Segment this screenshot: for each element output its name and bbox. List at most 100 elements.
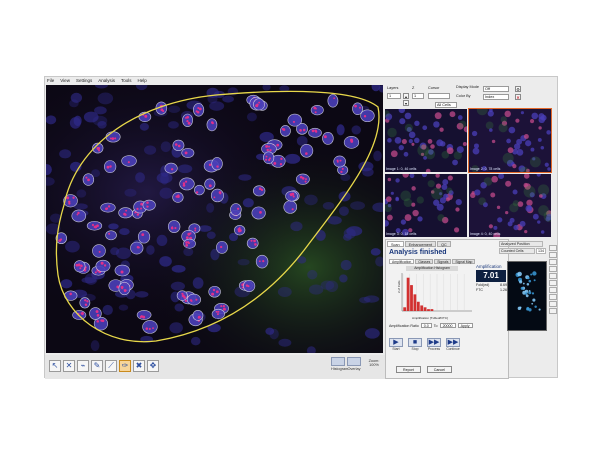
- segmented-nucleus[interactable]: [322, 132, 334, 145]
- segmented-nucleus[interactable]: [100, 202, 116, 213]
- gallery-slot[interactable]: [549, 259, 557, 265]
- segmented-nucleus[interactable]: [73, 260, 86, 273]
- range-to-field[interactable]: 20000: [439, 323, 456, 328]
- thumbnail-image-4[interactable]: Image 4: 0, 40 cells: [469, 174, 551, 237]
- gallery-slot[interactable]: [549, 287, 557, 293]
- segmented-nucleus[interactable]: [280, 125, 291, 137]
- menu-view[interactable]: View: [60, 77, 70, 85]
- cell-select[interactable]: All Cells: [435, 102, 457, 108]
- range-from-field[interactable]: 0.0: [420, 323, 432, 328]
- segmented-nucleus[interactable]: [252, 185, 266, 197]
- segmented-nucleus[interactable]: [181, 147, 195, 158]
- segmented-nucleus[interactable]: [285, 190, 298, 202]
- segmented-nucleus[interactable]: [95, 259, 111, 272]
- layer-up-button[interactable]: ▴: [403, 93, 409, 99]
- segmented-nucleus[interactable]: [216, 240, 228, 254]
- cursor-field[interactable]: [428, 93, 450, 99]
- segmented-nucleus[interactable]: [192, 310, 204, 321]
- segmented-nucleus[interactable]: [167, 220, 181, 233]
- layer-down-button[interactable]: ▾: [403, 100, 409, 106]
- measure-icon[interactable]: ⌁: [77, 360, 89, 372]
- segmented-nucleus[interactable]: [287, 113, 303, 127]
- segmented-nucleus[interactable]: [136, 310, 152, 320]
- segmented-nucleus[interactable]: [204, 178, 216, 190]
- segmented-nucleus[interactable]: [118, 207, 133, 219]
- pen-icon[interactable]: ✎: [91, 360, 103, 372]
- segmented-nucleus[interactable]: [121, 155, 137, 167]
- segmented-nucleus[interactable]: [243, 279, 256, 292]
- gallery-slot[interactable]: [549, 245, 557, 251]
- segmented-nucleus[interactable]: [193, 103, 205, 117]
- layers-field[interactable]: 1: [387, 93, 401, 99]
- segmented-nucleus[interactable]: [263, 151, 275, 164]
- segmented-nucleus[interactable]: [211, 308, 225, 320]
- segmented-nucleus[interactable]: [86, 220, 103, 231]
- segmented-nucleus[interactable]: [114, 264, 130, 277]
- segmented-nucleus[interactable]: [130, 241, 144, 255]
- tab-enhancement[interactable]: Enhancement: [404, 241, 437, 247]
- gallery-slot[interactable]: [549, 301, 557, 307]
- segmented-nucleus[interactable]: [79, 297, 91, 309]
- segmented-nucleus[interactable]: [210, 188, 224, 203]
- segmented-nucleus[interactable]: [283, 200, 298, 214]
- tab-scan[interactable]: Scan: [387, 241, 404, 247]
- segmented-nucleus[interactable]: [360, 109, 375, 123]
- segmented-nucleus[interactable]: [142, 199, 156, 211]
- segmented-nucleus[interactable]: [82, 173, 95, 186]
- thumbnail-image-2[interactable]: Image 2: 0, 78 cells: [468, 108, 552, 173]
- tab-signals[interactable]: Signals: [434, 259, 452, 264]
- move-icon[interactable]: ✥: [147, 360, 159, 372]
- select-arrow-icon[interactable]: ↖: [49, 360, 61, 372]
- close-x-icon[interactable]: ✕: [515, 94, 521, 100]
- segmented-nucleus[interactable]: [105, 131, 121, 143]
- segmented-nucleus[interactable]: [186, 293, 201, 306]
- segmented-nucleus[interactable]: [295, 173, 310, 185]
- color-by-select[interactable]: Index: [483, 94, 509, 100]
- close-x-icon[interactable]: ✕: [63, 360, 75, 372]
- tab-qc[interactable]: QC: [437, 241, 451, 247]
- tab-signal-map[interactable]: Signal Map: [452, 259, 476, 264]
- settings-button[interactable]: ⚙: [515, 86, 521, 92]
- segmented-nucleus[interactable]: [176, 290, 188, 301]
- start-button[interactable]: ▶ Start: [389, 338, 403, 351]
- report-button[interactable]: Report: [396, 366, 421, 373]
- segmented-nucleus[interactable]: [172, 192, 184, 203]
- continue-button[interactable]: ▶▶ Continue: [446, 338, 460, 351]
- menu-file[interactable]: File: [47, 77, 54, 85]
- segmented-nucleus[interactable]: [164, 162, 178, 174]
- segmented-nucleus[interactable]: [194, 184, 205, 196]
- segmented-nucleus[interactable]: [246, 237, 259, 249]
- brush-icon[interactable]: ⟋: [105, 360, 117, 372]
- segmented-nucleus[interactable]: [92, 244, 106, 258]
- gallery-slot[interactable]: [549, 252, 557, 258]
- segmented-nucleus[interactable]: [327, 94, 339, 108]
- gallery-scroll-strip[interactable]: [549, 245, 557, 325]
- segmented-nucleus[interactable]: [208, 285, 221, 298]
- menu-tools[interactable]: Tools: [121, 77, 132, 85]
- process-button[interactable]: ▶▶ Process: [427, 338, 441, 351]
- cell-gallery-image[interactable]: [507, 261, 547, 331]
- menu-help[interactable]: Help: [138, 77, 147, 85]
- histogram-view-button[interactable]: Histogram: [331, 357, 348, 375]
- segmented-nucleus[interactable]: [71, 209, 87, 223]
- apply-button[interactable]: Apply: [457, 323, 473, 328]
- tab-classes[interactable]: Classes: [415, 259, 434, 264]
- segmented-nucleus[interactable]: [206, 118, 218, 132]
- thumbnail-image-1[interactable]: Image 1: 0, 46 cells: [385, 109, 467, 172]
- segmented-nucleus[interactable]: [104, 160, 117, 174]
- segmented-nucleus[interactable]: [89, 307, 102, 320]
- draw-region-icon[interactable]: ✑: [119, 360, 131, 372]
- segmented-nucleus[interactable]: [251, 206, 266, 220]
- display-mode-select[interactable]: Off: [483, 86, 509, 92]
- gallery-slot[interactable]: [549, 280, 557, 286]
- thumbnail-image-3[interactable]: Image 3: 0, 18 cells: [385, 174, 467, 237]
- segmented-nucleus[interactable]: [118, 281, 131, 296]
- gallery-slot[interactable]: [549, 308, 557, 314]
- segmented-nucleus[interactable]: [255, 254, 269, 269]
- stop-button[interactable]: ■ Stop: [408, 338, 422, 351]
- segmented-nucleus[interactable]: [142, 320, 158, 334]
- overlay-view-button[interactable]: Overlay: [347, 357, 361, 375]
- delete-icon[interactable]: ✖: [133, 360, 145, 372]
- cancel-button[interactable]: Cancel: [426, 366, 452, 373]
- segmented-nucleus[interactable]: [105, 230, 117, 241]
